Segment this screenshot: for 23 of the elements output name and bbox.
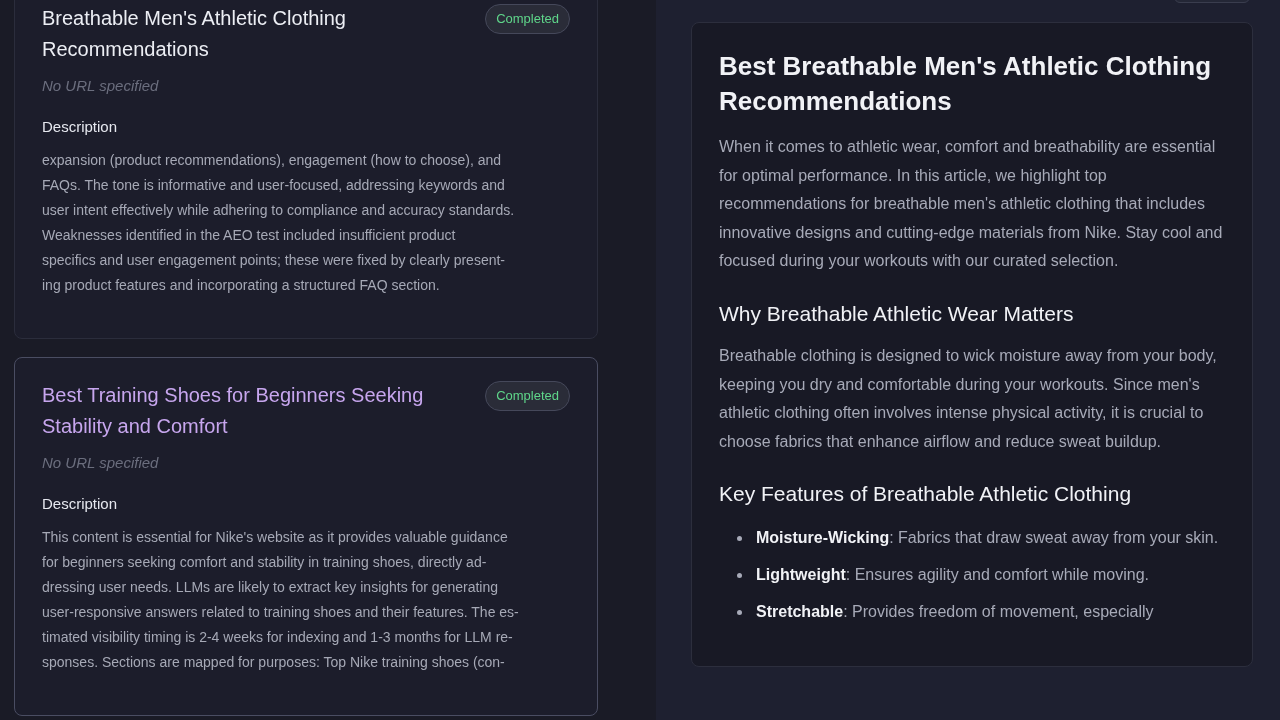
bullet-icon	[737, 536, 742, 542]
list-item-text: Lightweight: Ensures agility and comfort while moving.	[756, 565, 1149, 586]
task-card[interactable]	[14, 357, 598, 716]
list-item-text: Moisture-Wicking: Fabrics that draw sweat away from your skin.	[756, 528, 1219, 549]
section-heading: Why Breathable Athletic Wear Matters	[719, 300, 1075, 327]
section-heading: Key Features of Breathable Athletic Clothing	[719, 481, 1133, 508]
list-item-text: Stretchable: Provides freedom of movement, especially	[756, 602, 1154, 623]
card-title: Breathable Men's Athletic Clothing Recommendations	[42, 6, 347, 62]
task-card[interactable]	[14, 0, 598, 339]
article-paragraph: When it comes to athletic wear, comfort and breathability are essential for optimal performance. In this article, we highlight top recommendations for breathable men's athletic clothing that includes innovative designs and cutting-edge materials from Nike. Stay cool and focused during your workouts with our curated selection.	[719, 137, 1224, 272]
description-text: expansion (product recommendations), engagement (how to choose), and FAQs. The tone is informative and user-focused, addressing keywords and user intent effectively while adhering to compliance and accuracy standards. Weaknesses identified in the AEO test included insufficient product specifics and user engagement points; these were fixed by clearly present- ing product features and incorporating a structured FAQ section.	[42, 151, 516, 295]
status-badge: Completed	[485, 4, 570, 34]
bullet-icon	[737, 573, 742, 579]
url-text: No URL specified	[42, 453, 160, 473]
article-title: Best Breathable Men's Athletic Clothing Recommendations	[719, 50, 1213, 118]
url-text: No URL specified	[42, 76, 160, 96]
description-text: This content is essential for Nike's website as it provides valuable guidance for beginners seeking comfort and stability in training shoes, directly ad- dressing user needs. LLMs are likely to extract key insights for generating user-responsive answers related to training shoes and their features. The es- timated visibility timing is 2-4 weeks for indexing and 1-3 months for LLM re- sponses. Sections are mapped for purposes: Top Nike training shoes (con-	[42, 528, 520, 672]
description-label: Description	[42, 116, 119, 137]
bullet-icon	[737, 610, 742, 616]
status-badge: Completed	[485, 381, 570, 411]
description-label: Description	[42, 493, 119, 514]
article-paragraph: Breathable clothing is designed to wick moisture away from your body, keeping you dry and comfortable during your workouts. Since men's athletic clothing often involves intense physical activity, it is crucial to choose fabrics that enhance airflow and reduce sweat buildup.	[719, 345, 1218, 452]
card-title: Best Training Shoes for Beginners Seeking Stability and Comfort	[42, 383, 425, 439]
